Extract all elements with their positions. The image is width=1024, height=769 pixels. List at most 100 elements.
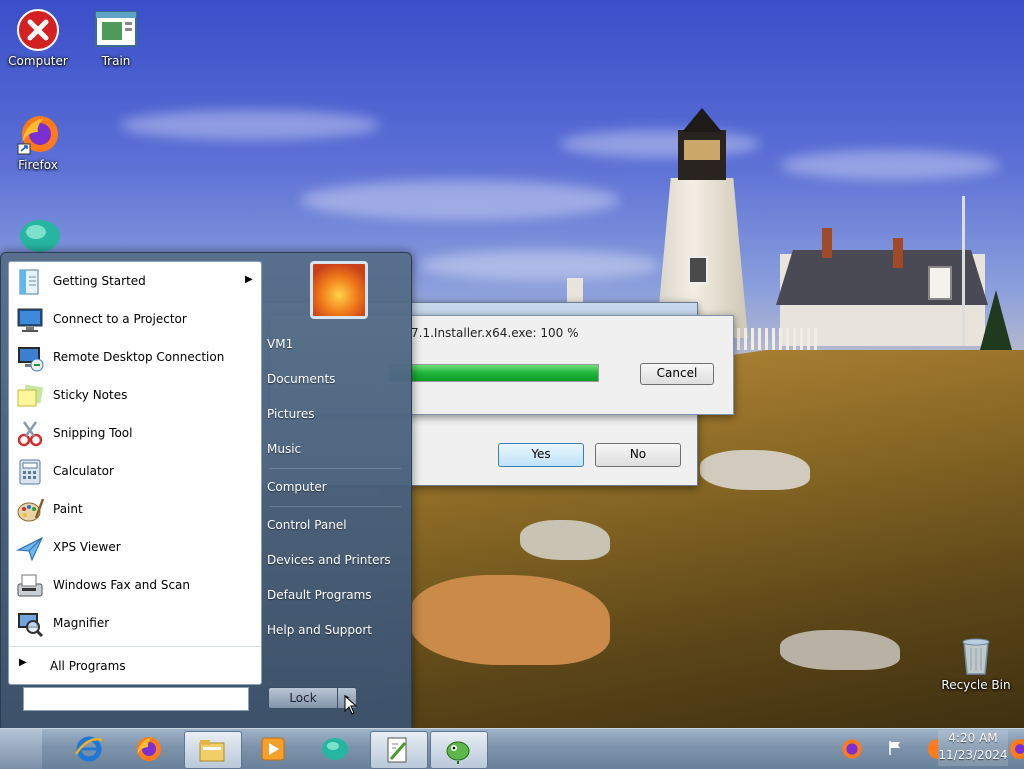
program-label: Magnifier xyxy=(53,616,110,630)
arrow-right-icon: ▶ xyxy=(19,657,27,668)
program-snipping-tool[interactable]: Snipping Tool xyxy=(13,416,257,452)
program-label: Calculator xyxy=(53,464,114,478)
projector-icon xyxy=(16,306,44,334)
cancel-button[interactable]: Cancel xyxy=(640,363,714,385)
all-programs-label: All Programs xyxy=(50,659,126,673)
taskbar-clock[interactable]: 4:20 AM 11/23/2024 xyxy=(938,730,1008,766)
remote-desktop-icon xyxy=(16,344,44,372)
sticky-notes-icon xyxy=(16,382,44,410)
program-label: Snipping Tool xyxy=(53,426,133,440)
start-menu: Getting Started ▶ Connect to a Projector… xyxy=(0,252,412,730)
rock xyxy=(520,520,610,560)
fence xyxy=(730,328,820,350)
lighthouse-glass xyxy=(684,140,720,160)
desktop-icon-firefox[interactable]: Firefox xyxy=(0,112,76,172)
program-paint[interactable]: Paint xyxy=(13,492,257,528)
lighthouse-cap xyxy=(682,108,722,132)
program-connect-projector[interactable]: Connect to a Projector xyxy=(13,302,257,338)
desktop-icon-train[interactable]: Train xyxy=(78,8,154,68)
user-picture-avatar[interactable] xyxy=(310,261,368,319)
lighthouse-window xyxy=(688,256,708,284)
desktop-icon-label: Train xyxy=(101,54,131,68)
distant-building xyxy=(567,278,583,302)
mouse-cursor-icon xyxy=(344,695,358,715)
start-item-control-panel[interactable]: Control Panel xyxy=(267,518,347,532)
error-x-icon xyxy=(16,8,60,52)
program-xps-viewer[interactable]: XPS Viewer xyxy=(13,530,257,566)
desktop-icon-label: Firefox xyxy=(18,158,58,172)
rock xyxy=(780,630,900,670)
program-label: Remote Desktop Connection xyxy=(53,350,225,364)
paint-palette-icon xyxy=(16,496,45,524)
flagpole xyxy=(962,196,965,346)
media-player-icon xyxy=(261,737,285,761)
firefox-icon xyxy=(137,737,161,761)
rock xyxy=(410,575,610,665)
house-roof xyxy=(776,250,988,305)
start-search-input[interactable] xyxy=(23,687,249,711)
taskbar-firefox-partial[interactable] xyxy=(840,731,866,767)
tray-firefox-icon[interactable] xyxy=(922,737,948,761)
taskbar-notepad-plus[interactable] xyxy=(370,731,428,769)
installer-chameleon-icon xyxy=(446,741,470,764)
program-label: XPS Viewer xyxy=(53,540,121,554)
start-item-help-support[interactable]: Help and Support xyxy=(267,623,372,637)
firefox-icon xyxy=(842,739,862,759)
start-item-computer[interactable]: Computer xyxy=(267,480,327,494)
taskbar xyxy=(0,728,1024,769)
program-getting-started[interactable]: Getting Started ▶ xyxy=(13,264,257,300)
taskbar-app-bubble[interactable] xyxy=(308,731,364,767)
getting-started-icon xyxy=(16,268,44,296)
separator xyxy=(269,506,401,507)
tray-firefox-icon[interactable] xyxy=(1008,737,1024,761)
start-item-devices-printers[interactable]: Devices and Printers xyxy=(267,553,391,567)
clock-date: 11/23/2024 xyxy=(938,748,1008,762)
folder-icon xyxy=(199,740,225,762)
taskbar-media-player[interactable] xyxy=(246,731,302,767)
taskbar-file-explorer[interactable] xyxy=(184,731,242,769)
desktop-icon-computer[interactable]: Computer xyxy=(0,8,76,68)
cloud xyxy=(120,110,380,140)
start-item-default-programs[interactable]: Default Programs xyxy=(267,588,372,602)
scissors-icon xyxy=(16,420,44,448)
program-label: Paint xyxy=(53,502,83,516)
yes-button[interactable]: Yes xyxy=(498,443,584,467)
cloud xyxy=(560,130,760,158)
app-bubble-icon xyxy=(322,738,348,760)
start-item-documents[interactable]: Documents xyxy=(267,372,335,386)
cloud xyxy=(300,180,620,220)
xps-viewer-icon xyxy=(16,534,44,562)
calculator-icon xyxy=(16,458,44,486)
download-status-text: 7.1.Installer.x64.exe: 100 % xyxy=(411,326,579,340)
chimney xyxy=(893,238,903,268)
start-item-music[interactable]: Music xyxy=(267,442,301,456)
start-item-pictures[interactable]: Pictures xyxy=(267,407,315,421)
desktop-icon-recycle-bin[interactable]: Recycle Bin xyxy=(938,632,1014,692)
program-fax-scan[interactable]: Windows Fax and Scan xyxy=(13,568,257,604)
program-magnifier[interactable]: Magnifier xyxy=(13,606,257,642)
program-label: Connect to a Projector xyxy=(53,312,187,326)
program-label: Getting Started xyxy=(53,274,146,288)
taskbar-firefox[interactable] xyxy=(122,731,178,767)
cloud xyxy=(420,250,660,280)
separator xyxy=(269,468,401,469)
rock xyxy=(700,450,810,490)
start-button-area[interactable] xyxy=(0,729,42,769)
download-progress-fill xyxy=(390,365,598,381)
start-menu-programs-pane: Getting Started ▶ Connect to a Projector… xyxy=(8,261,262,685)
recycle-bin-icon xyxy=(954,632,998,676)
program-sticky-notes[interactable]: Sticky Notes xyxy=(13,378,257,414)
all-programs-button[interactable]: ▶ All Programs xyxy=(9,646,261,685)
start-item-vm1[interactable]: VM1 xyxy=(267,337,293,351)
action-center-flag-icon[interactable] xyxy=(886,739,906,759)
program-remote-desktop[interactable]: Remote Desktop Connection xyxy=(13,340,257,376)
taskbar-installer-app[interactable] xyxy=(430,731,488,769)
dormer-window xyxy=(928,266,952,300)
firefox-icon xyxy=(16,112,60,156)
lock-button[interactable]: Lock xyxy=(268,687,338,709)
clock-time: 4:20 AM xyxy=(948,731,998,745)
program-calculator[interactable]: Calculator xyxy=(13,454,257,490)
no-button[interactable]: No xyxy=(595,443,681,467)
taskbar-internet-explorer[interactable] xyxy=(62,731,118,767)
notepad-plus-icon xyxy=(387,737,407,763)
